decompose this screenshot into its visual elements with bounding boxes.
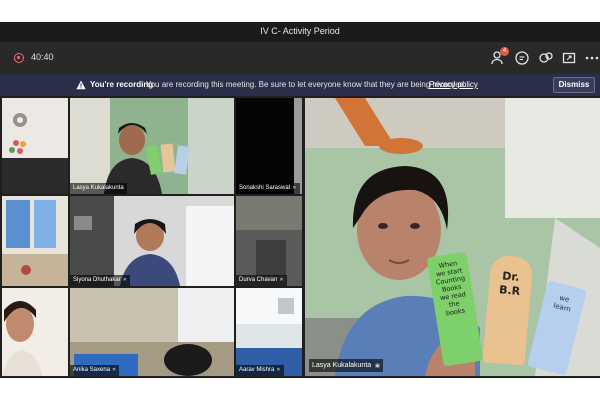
chat-icon[interactable] [514, 50, 530, 66]
share-icon[interactable] [561, 50, 577, 66]
participant-name-tag: Lasya Kukalakunta [70, 183, 127, 194]
participant-video [70, 196, 234, 286]
participant-name-tag: Sonakshi Saraswat ✕ [236, 183, 300, 194]
spotlight-name-tag: Lasya Kukalakunta ▣ [309, 359, 383, 372]
video-tile-lasya[interactable]: Lasya Kukalakunta [70, 98, 234, 194]
participant-name: Sonakshi Saraswat [239, 185, 291, 191]
mic-muted-icon: ✕ [122, 277, 127, 283]
video-tile-sonakshi[interactable]: Sonakshi Saraswat ✕ [236, 98, 302, 194]
reactions-icon[interactable] [538, 50, 554, 66]
video-tile-aarav[interactable]: Aarav Mishra ✕ [236, 288, 302, 376]
teams-meeting-window: IV C- Activity Period 40:40 4 You're rec… [0, 22, 600, 378]
dismiss-button[interactable]: Dismiss [553, 77, 595, 93]
participants-badge: 4 [500, 47, 509, 56]
recording-message: You are recording this meeting. Be sure … [146, 80, 467, 89]
video-tile-siyona[interactable]: Siyona Dhuthakar ✕ [70, 196, 234, 286]
participant-name: Lasya Kukalakunta [73, 185, 124, 191]
bookmark-text: B.R [498, 283, 521, 298]
participant-name: Siyona Dhuthakar [73, 277, 121, 283]
participant-video [236, 98, 302, 194]
participant-video [70, 288, 234, 376]
video-tile-window[interactable] [2, 196, 68, 286]
participant-video [236, 196, 302, 286]
mic-muted-icon: ✕ [112, 367, 117, 373]
participant-name: Anika Saxena [73, 367, 111, 373]
participant-name-tag: Aarav Mishra ✕ [236, 365, 284, 376]
video-tile-room[interactable] [2, 98, 68, 194]
mic-muted-icon: ✕ [276, 367, 281, 373]
spotlight-video[interactable]: When we start Counting Books we read the… [305, 98, 600, 376]
title-bar: IV C- Activity Period [0, 22, 600, 42]
participant-video [70, 98, 234, 194]
spotlight-name: Lasya Kukalakunta [312, 362, 372, 369]
participants-icon[interactable]: 4 [490, 47, 509, 66]
video-tile-anika[interactable]: Anika Saxena ✕ [70, 288, 234, 376]
video-tile-durva[interactable]: Durva Chavan ✕ [236, 196, 302, 286]
participant-video [2, 288, 68, 376]
recording-banner: You're recording You are recording this … [0, 74, 600, 96]
participant-name: Durva Chavan [239, 277, 278, 283]
participant-name: Aarav Mishra [239, 367, 275, 373]
record-icon [14, 53, 24, 63]
video-tile-girl[interactable] [2, 288, 68, 376]
meeting-timer: 40:40 [31, 52, 54, 62]
participant-name-tag: Durva Chavan ✕ [236, 275, 287, 286]
warning-icon [76, 80, 86, 90]
more-icon[interactable] [584, 50, 600, 66]
privacy-policy-link[interactable]: Privacy policy [429, 80, 478, 89]
participant-name-tag: Siyona Dhuthakar ✕ [70, 275, 130, 286]
mic-muted-icon: ✕ [279, 277, 284, 283]
participant-name-tag: Anika Saxena ✕ [70, 365, 120, 376]
participant-video [2, 196, 68, 286]
participant-video [236, 288, 302, 376]
meeting-toolbar: 40:40 4 [0, 42, 600, 74]
recording-label: You're recording [90, 80, 154, 89]
camera-icon: ▣ [375, 363, 380, 369]
room-video [2, 98, 68, 194]
window-title: IV C- Activity Period [260, 26, 340, 36]
mic-muted-icon: ✕ [292, 185, 297, 191]
